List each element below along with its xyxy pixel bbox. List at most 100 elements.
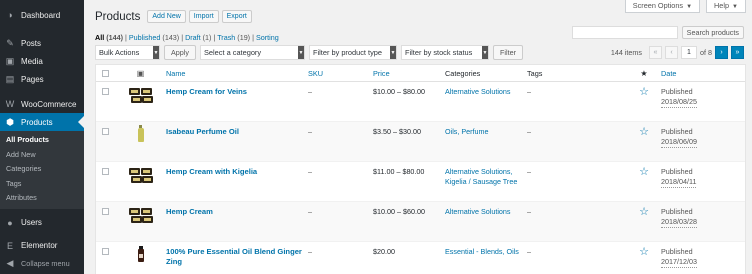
- page-header: Products Add New Import Export: [95, 10, 252, 23]
- product-categories[interactable]: Oils, Perfume: [445, 127, 527, 137]
- export-button[interactable]: Export: [221, 10, 252, 23]
- product-name-link[interactable]: Hemp Cream for Veins: [166, 87, 308, 97]
- sidebar-item-media[interactable]: ▣ Media: [0, 52, 84, 70]
- add-new-button[interactable]: Add New: [147, 10, 186, 23]
- row-checkbox[interactable]: [102, 168, 109, 175]
- post-date: 2018/03/28: [661, 217, 697, 228]
- status-views: All (144) | Published (143) | Draft (1) …: [95, 33, 279, 42]
- post-status: Published: [661, 87, 693, 96]
- post-status: Published: [661, 167, 693, 176]
- sidebar-item-pages[interactable]: ▤ Pages: [0, 70, 84, 88]
- view-trash[interactable]: Trash (19): [217, 33, 250, 42]
- table-row: Hemp Cream with Kigelia – $11.00 – $80.0…: [96, 162, 745, 202]
- product-price: $10.00 – $60.00: [373, 207, 425, 216]
- view-published[interactable]: Published (143): [129, 33, 179, 42]
- featured-star-icon[interactable]: ☆: [639, 127, 649, 138]
- pin-icon: ✎: [6, 37, 14, 48]
- next-page-button[interactable]: ›: [715, 46, 728, 59]
- row-checkbox[interactable]: [102, 88, 109, 95]
- search-input[interactable]: [571, 26, 678, 39]
- product-categories[interactable]: Alternative Solutions: [445, 207, 527, 217]
- product-thumbnail[interactable]: [137, 246, 144, 262]
- items-count: 144 items: [610, 48, 642, 57]
- product-type-select[interactable]: Filter by product type ▼: [308, 45, 397, 60]
- submenu-attributes[interactable]: Attributes: [0, 191, 84, 206]
- current-page-input[interactable]: 1: [681, 46, 697, 59]
- apply-button[interactable]: Apply: [164, 45, 196, 60]
- import-button[interactable]: Import: [188, 10, 219, 23]
- sidebar-item-label: Elementor: [21, 241, 58, 250]
- last-page-button[interactable]: »: [731, 46, 744, 59]
- help-tab[interactable]: Help ▼: [706, 0, 746, 13]
- column-sku[interactable]: SKU: [308, 69, 373, 78]
- pagination: 144 items « ‹ 1 of 8 › »: [611, 46, 744, 59]
- product-name-link[interactable]: Isabeau Perfume Oil: [166, 127, 308, 137]
- product-type-value: Filter by product type: [312, 48, 382, 57]
- product-name-link[interactable]: 100% Pure Essential Oil Blend Ginger Zin…: [166, 247, 308, 267]
- product-name-link[interactable]: Hemp Cream with Kigelia: [166, 167, 308, 177]
- submenu-all-products[interactable]: All Products: [0, 133, 84, 148]
- filter-button[interactable]: Filter: [492, 45, 523, 60]
- admin-sidebar: ◑ Dashboard ✎ Posts ▣ Media ▤ Pages W Wo…: [0, 0, 84, 274]
- product-sku: –: [308, 207, 312, 216]
- view-draft[interactable]: Draft (1): [185, 33, 211, 42]
- column-date[interactable]: Date: [661, 69, 741, 78]
- featured-star-icon[interactable]: ☆: [639, 207, 649, 218]
- product-sku: –: [308, 167, 312, 176]
- sidebar-item-label: Products: [21, 117, 53, 127]
- product-categories[interactable]: Alternative Solutions, Kigelia / Sausage…: [445, 167, 527, 187]
- featured-star-icon[interactable]: ☆: [639, 87, 649, 98]
- select-all-checkbox[interactable]: [102, 70, 109, 77]
- product-categories[interactable]: Alternative Solutions: [445, 87, 527, 97]
- column-tags: Tags: [527, 68, 543, 78]
- product-name-link[interactable]: Hemp Cream: [166, 207, 308, 217]
- view-sorting[interactable]: Sorting: [256, 33, 279, 42]
- bulk-actions-select[interactable]: Bulk Actions ▼: [95, 45, 160, 60]
- sidebar-item-woocommerce[interactable]: W WooCommerce: [0, 95, 84, 113]
- row-checkbox[interactable]: [102, 248, 109, 255]
- stock-status-select[interactable]: Filter by stock status ▼: [400, 45, 489, 60]
- featured-star-icon[interactable]: ★: [640, 69, 647, 78]
- table-row: Isabeau Perfume Oil – $3.50 – $30.00 Oil…: [96, 122, 745, 162]
- first-page-button[interactable]: «: [649, 46, 662, 59]
- category-select[interactable]: Select a category ▼: [199, 45, 305, 60]
- page-title: Products: [95, 10, 141, 23]
- sidebar-item-products[interactable]: ⬢ Products: [0, 113, 84, 131]
- chevron-down-icon: ▼: [686, 4, 693, 10]
- row-checkbox[interactable]: [102, 208, 109, 215]
- product-thumbnail[interactable]: [128, 168, 153, 184]
- chevron-down-icon: ▼: [732, 4, 738, 10]
- product-tags: –: [527, 87, 531, 96]
- prev-page-button[interactable]: ‹: [665, 46, 678, 59]
- featured-star-icon[interactable]: ☆: [639, 167, 649, 178]
- view-all[interactable]: All (144): [95, 33, 123, 42]
- sidebar-item-dashboard[interactable]: ◑ Dashboard: [0, 6, 84, 24]
- search-products-button[interactable]: Search products: [681, 26, 744, 39]
- screen-options-tab[interactable]: Screen Options ▼: [624, 0, 701, 13]
- submenu-categories[interactable]: Categories: [0, 162, 84, 177]
- product-categories[interactable]: Essential - Blends, Oils: [445, 247, 527, 257]
- featured-star-icon[interactable]: ☆: [639, 247, 649, 258]
- submenu-tags[interactable]: Tags: [0, 177, 84, 192]
- column-price[interactable]: Price: [373, 69, 445, 78]
- chevron-down-icon: ▼: [153, 46, 159, 59]
- table-row: 100% Pure Essential Oil Blend Ginger Zin…: [96, 242, 745, 274]
- product-price: $3.50 – $30.00: [373, 127, 421, 136]
- submenu-add-new[interactable]: Add New: [0, 148, 84, 163]
- users-icon: ●: [7, 217, 13, 228]
- elementor-icon: E: [6, 240, 13, 251]
- column-name[interactable]: Name: [166, 69, 308, 78]
- product-price: $11.00 – $80.00: [373, 167, 425, 176]
- product-thumbnail[interactable]: [128, 88, 153, 104]
- sidebar-item-elementor[interactable]: E Elementor: [0, 237, 84, 255]
- collapse-menu-button[interactable]: ◀ Collapse menu: [0, 255, 84, 273]
- table-row: Hemp Cream for Veins – $10.00 – $80.00 A…: [96, 82, 745, 122]
- product-thumbnail[interactable]: [128, 208, 153, 224]
- product-sku: –: [308, 127, 312, 136]
- post-date: 2018/08/25: [661, 97, 697, 108]
- row-checkbox[interactable]: [102, 128, 109, 135]
- search-box: Search products: [571, 26, 744, 39]
- sidebar-item-users[interactable]: ● Users: [0, 214, 84, 232]
- product-thumbnail[interactable]: [137, 125, 144, 142]
- sidebar-item-posts[interactable]: ✎ Posts: [0, 34, 84, 52]
